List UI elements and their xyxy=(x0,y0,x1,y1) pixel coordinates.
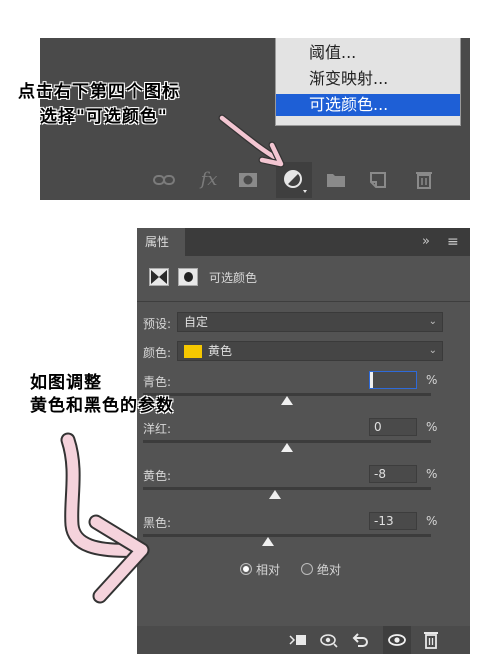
preset-value: 自定 xyxy=(184,315,209,329)
preset-dropdown[interactable]: 自定 ⌄ xyxy=(177,312,443,332)
tab-properties[interactable]: 属性 xyxy=(137,228,185,256)
adjustment-layer-button[interactable] xyxy=(276,162,312,198)
view-previous-icon[interactable] xyxy=(317,630,339,650)
note-top-line2: 选择"可选颜色" xyxy=(40,107,168,127)
menu-item-selective-color[interactable]: 可选颜色... xyxy=(276,94,460,116)
slider-label: 洋红: xyxy=(143,422,172,436)
slider-thumb[interactable] xyxy=(262,537,275,546)
arrow-to-sliders xyxy=(60,432,150,604)
adjustment-menu: 阈值... 渐变映射... 可选颜色... xyxy=(275,38,461,126)
radio-absolute[interactable] xyxy=(301,563,313,575)
eye-icon xyxy=(388,634,406,646)
slider-thumb[interactable] xyxy=(281,443,293,452)
layer-info-row: 可选颜色 xyxy=(137,264,470,294)
panel-header: 属性 » ≡ xyxy=(137,228,470,256)
colors-dropdown[interactable]: 黄色 ⌄ xyxy=(177,341,443,361)
radio-relative-label: 相对 xyxy=(256,563,281,577)
trash-icon[interactable] xyxy=(412,168,436,192)
percent-sign: % xyxy=(426,467,438,481)
slider-thumb[interactable] xyxy=(281,396,293,405)
menu-item-threshold[interactable]: 阈值... xyxy=(276,42,460,64)
instruction-note-top: 点击右下第四个图标 选择"可选颜色" xyxy=(18,80,180,130)
clip-to-layer-icon[interactable] xyxy=(287,630,309,650)
color-swatch xyxy=(184,345,202,358)
chevron-down-icon: ⌄ xyxy=(428,345,437,356)
slider-value-input[interactable]: -8 xyxy=(369,465,417,483)
layers-toolbar: fx xyxy=(40,160,470,200)
slider-value-input[interactable]: 0 xyxy=(369,418,417,436)
percent-sign: % xyxy=(426,373,438,387)
note-top-line1: 点击右下第四个图标 xyxy=(18,82,180,102)
slider-label: 黄色: xyxy=(143,469,172,483)
note-bottom-line1: 如图调整 xyxy=(30,373,102,393)
slider-track[interactable] xyxy=(143,487,431,490)
slider-thumb[interactable] xyxy=(269,490,282,499)
percent-sign: % xyxy=(426,420,438,434)
percent-sign: % xyxy=(426,514,438,528)
menu-item-gradient-map[interactable]: 渐变映射... xyxy=(276,68,460,90)
instruction-note-bottom: 如图调整 黄色和黑色的参数 xyxy=(30,372,174,418)
new-layer-icon[interactable] xyxy=(366,168,390,192)
slider-track[interactable] xyxy=(143,534,431,537)
link-icon[interactable] xyxy=(152,168,176,192)
chevron-down-icon: ⌄ xyxy=(428,316,437,327)
panel-menu-icon[interactable]: ≡ xyxy=(447,233,463,251)
mask-icon[interactable] xyxy=(236,168,260,192)
trash-icon[interactable] xyxy=(420,630,442,650)
colors-value: 黄色 xyxy=(208,344,233,358)
reset-icon[interactable] xyxy=(349,630,371,650)
preset-label: 预设: xyxy=(143,317,172,331)
colors-label: 颜色: xyxy=(143,346,172,360)
fx-icon[interactable]: fx xyxy=(197,168,221,192)
panel-bottom-toolbar xyxy=(137,626,470,654)
radio-relative[interactable] xyxy=(240,563,252,575)
slider-value-input[interactable]: -13 xyxy=(369,512,417,530)
visibility-button[interactable] xyxy=(383,626,411,654)
folder-icon[interactable] xyxy=(324,168,348,192)
radio-absolute-label: 绝对 xyxy=(317,563,342,577)
divider xyxy=(137,301,470,302)
slider-value-input[interactable] xyxy=(369,371,417,389)
note-bottom-line2: 黄色和黑色的参数 xyxy=(30,396,174,416)
selective-color-icon xyxy=(149,268,169,286)
adjustment-layer-icon xyxy=(284,170,307,193)
collapse-icon[interactable]: » xyxy=(422,233,440,251)
layer-mask-icon[interactable] xyxy=(178,268,198,286)
layer-title: 可选颜色 xyxy=(209,271,258,285)
properties-panel: 属性 » ≡ 可选颜色 预设: 自定 ⌄ 颜色: 黄色 ⌄ 青色:% 洋红: 0% 黄… xyxy=(137,228,470,654)
slider-label: 黑色: xyxy=(143,516,172,530)
